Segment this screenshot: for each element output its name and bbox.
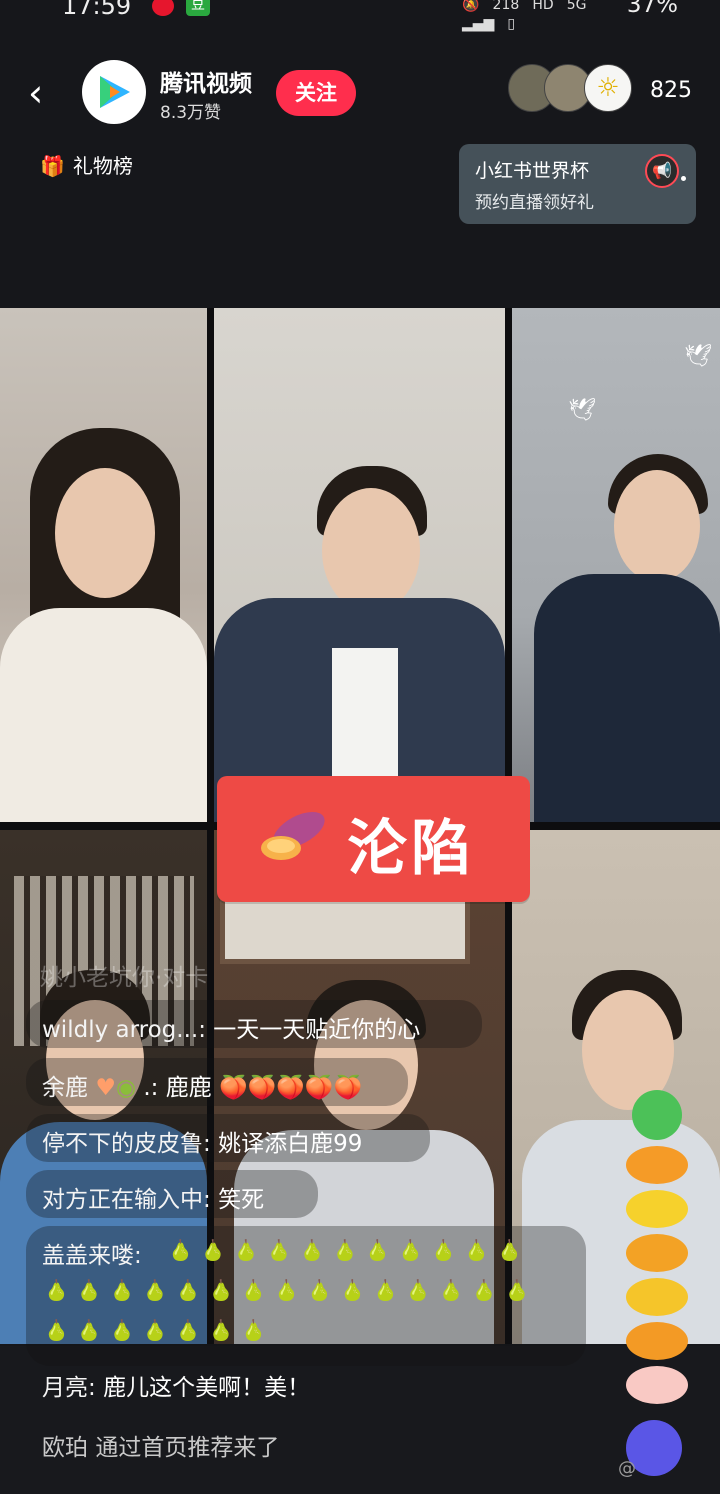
- network-speed: 218: [492, 0, 520, 13]
- back-button[interactable]: ‹: [28, 74, 43, 112]
- chevron-left-icon: ‹: [28, 71, 44, 115]
- chat-username[interactable]: 盖盖来喽:: [42, 1243, 142, 1269]
- douban-icon: 豆: [186, 0, 210, 16]
- hd-icon: HD: [532, 0, 554, 13]
- face-shape: [614, 470, 700, 582]
- status-time: 17:59: [62, 0, 132, 20]
- mascot-block-icon: [626, 1322, 688, 1360]
- viewer-avatars[interactable]: ☼: [508, 64, 638, 114]
- weibo-icon: [152, 0, 174, 16]
- tencent-video-logo-icon: [100, 76, 130, 108]
- promo-subtitle: 预约直播领好礼: [475, 193, 594, 213]
- peach-emoji-icons: 🍑🍑🍑🍑🍑: [219, 1075, 363, 1101]
- heart-eyes-icon: ♥: [95, 1075, 116, 1101]
- chat-message[interactable]: 盖盖来喽:: [42, 1236, 142, 1270]
- chat-text: 姚译添白鹿99: [218, 1131, 363, 1157]
- pear-emoji-icons: 🍐🍐🍐🍐🍐🍐🍐🍐🍐🍐🍐🍐🍐🍐🍐: [44, 1278, 538, 1302]
- viewer-count[interactable]: 825: [650, 78, 692, 103]
- viewer-avatar[interactable]: ☼: [584, 64, 632, 112]
- chat-list: 姚小老坑你·对卡 wildly arrog...: 一天一天贴近你的心 余鹿 ♥…: [0, 948, 720, 1494]
- chat-message[interactable]: wildly arrog...: 一天一天贴近你的心: [42, 1010, 420, 1044]
- chat-username[interactable]: wildly arrog...:: [42, 1017, 206, 1043]
- megaphone-icon: 📢: [645, 154, 679, 188]
- chat-text: 笑死: [218, 1187, 265, 1213]
- sweet-potato-icon: [261, 811, 325, 860]
- pear-emoji-icons: 🍐🍐🍐🍐🍐🍐🍐: [44, 1318, 275, 1342]
- watermark: @: [618, 1458, 636, 1479]
- status-bar: 17:59 豆 🔕 218 HD 5G ▂▄▆ ▯ 37%: [0, 0, 720, 32]
- mascot-sun-icon: [626, 1146, 688, 1184]
- chat-text: 一天一天贴近你的心: [213, 1017, 421, 1043]
- mascot-block-icon: [626, 1234, 688, 1272]
- topic-banner[interactable]: 沦陷: [217, 776, 530, 902]
- account-name[interactable]: 腾讯视频: [160, 64, 252, 98]
- gift-rank-button[interactable]: 🎁 礼物榜: [40, 150, 133, 179]
- mascot-heart-icon: [626, 1366, 688, 1404]
- bird-decor-icon: 🕊: [568, 398, 596, 423]
- body-shape: [534, 574, 720, 822]
- promo-card[interactable]: 小红书世界杯 预约直播领好礼 📢: [459, 144, 696, 224]
- live-header: ‹ 腾讯视频 8.3万赞 关注 ☼ 825: [0, 58, 720, 138]
- chat-username[interactable]: 停不下的皮皮鲁:: [42, 1131, 211, 1157]
- chat-text: 鹿儿这个美啊！美！: [103, 1375, 311, 1401]
- status-icons: 🔕 218 HD 5G ▂▄▆ ▯: [462, 0, 622, 32]
- signal-icon: ▂▄▆: [462, 16, 495, 32]
- gift-animation: [620, 1050, 700, 1494]
- chat-message[interactable]: 余鹿 ♥◉ .: 鹿鹿 🍑🍑🍑🍑🍑: [42, 1068, 362, 1102]
- banner-text: 沦陷: [347, 814, 475, 884]
- kiwi-icon: ◉: [115, 1075, 137, 1101]
- bird-decor-icon: 🕊: [684, 344, 712, 369]
- chat-text: .: 鹿鹿: [143, 1075, 212, 1101]
- battery-level: 37%: [626, 0, 678, 18]
- chat-text: 通过首页推荐来了: [95, 1435, 280, 1461]
- mascot-plant-icon: [632, 1090, 682, 1140]
- face-shape: [322, 488, 420, 613]
- more-dot-icon: [681, 176, 686, 181]
- face-shape: [55, 468, 155, 598]
- gift-rank-label: 礼物榜: [72, 154, 133, 178]
- chat-message[interactable]: 月亮: 鹿儿这个美啊！美！: [42, 1368, 310, 1402]
- account-likes: 8.3万赞: [160, 103, 222, 123]
- chat-username[interactable]: 余鹿: [42, 1075, 88, 1101]
- pear-emoji-icons: 🍐🍐🍐🍐🍐🍐🍐🍐🍐🍐🍐: [168, 1238, 530, 1262]
- mascot-block-icon: [626, 1278, 688, 1316]
- chat-username[interactable]: 欧珀: [42, 1435, 88, 1461]
- chat-message[interactable]: 对方正在输入中: 笑死: [42, 1180, 264, 1214]
- chat-message[interactable]: 停不下的皮皮鲁: 姚译添白鹿99: [42, 1124, 362, 1158]
- promo-title: 小红书世界杯: [475, 160, 590, 182]
- chat-message-faded: 姚小老坑你·对卡: [40, 965, 209, 991]
- follow-button[interactable]: 关注: [276, 70, 356, 116]
- gift-icon: 🎁: [40, 154, 65, 178]
- video-tile[interactable]: 🕊 🕊: [512, 308, 720, 822]
- video-tile[interactable]: [214, 308, 505, 822]
- mascot-block-icon: [626, 1190, 688, 1228]
- chat-username[interactable]: 月亮:: [42, 1375, 96, 1401]
- battery-icon: ▯: [507, 16, 516, 32]
- mute-icon: 🔕: [462, 0, 480, 13]
- network-type: 5G: [566, 0, 587, 13]
- video-tile[interactable]: [0, 308, 207, 822]
- chat-message[interactable]: 欧珀 通过首页推荐来了: [42, 1428, 279, 1462]
- chat-username[interactable]: 对方正在输入中:: [42, 1187, 211, 1213]
- body-shape: [0, 608, 207, 822]
- account-avatar[interactable]: [82, 60, 146, 124]
